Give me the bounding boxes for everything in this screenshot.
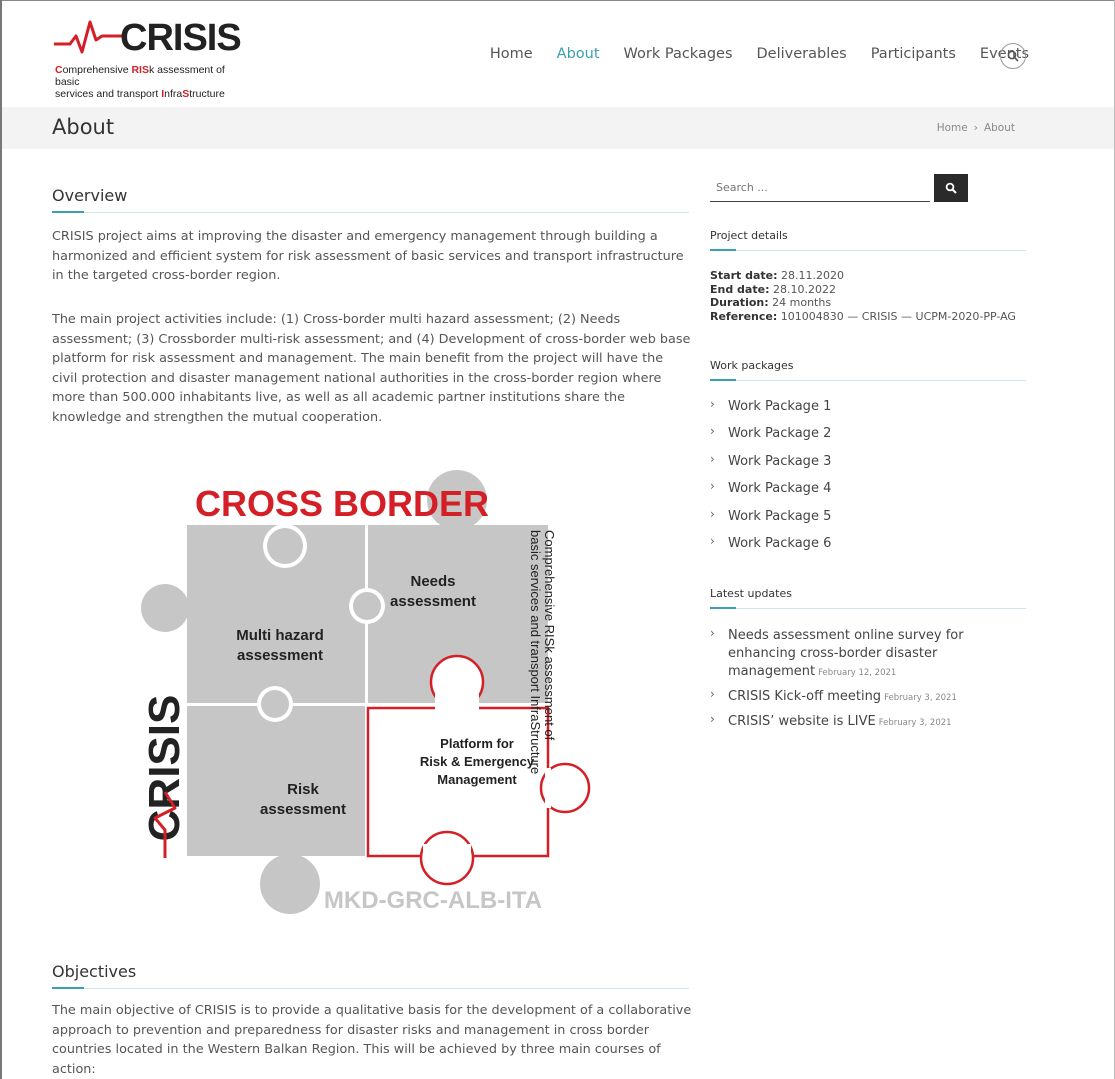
project-details-heading: Project details (710, 229, 788, 242)
puzzle-label-platform-1: Platform for (440, 736, 514, 751)
work-package-link[interactable]: Work Package 2 (710, 422, 831, 452)
overview-paragraph-1: CRISIS project aims at improving the dis… (52, 229, 684, 283)
sidebar-search-input[interactable] (710, 174, 930, 202)
sidebar-search-button[interactable] (934, 174, 968, 202)
puzzle-label-needs-2: assessment (390, 593, 476, 610)
work-packages-divider (710, 379, 1026, 381)
nav-home[interactable]: Home (490, 46, 533, 62)
main-nav: Home About Work Packages Deliverables Pa… (490, 46, 1029, 62)
puzzle-label-platform-3: Management (437, 772, 517, 787)
update-item: CRISIS’ website is LIVEFebruary 3, 2021 (710, 710, 988, 732)
puzzle-label-risk-2: assessment (260, 801, 346, 818)
start-date-row: Start date: 28.11.2020 (710, 269, 845, 282)
search-icon (1007, 50, 1019, 62)
latest-updates-divider (710, 607, 1026, 609)
overview-divider (52, 211, 689, 213)
latest-updates-heading: Latest updates (710, 587, 792, 600)
nav-about[interactable]: About (557, 46, 600, 62)
page-title: About (52, 115, 115, 139)
work-package-link[interactable]: Work Package 1 (710, 395, 831, 425)
end-date-row: End date: 28.10.2022 (710, 282, 836, 296)
work-packages-list: Work Package 1 Work Package 2 Work Packa… (710, 395, 831, 562)
puzzle-tagline-1: Comprehensive RISk assessment of (542, 530, 557, 741)
window-border-top (0, 0, 1115, 1)
work-packages-heading: Work packages (710, 359, 794, 372)
puzzle-tagline-2: basic services and transport InfraStruct… (528, 530, 543, 774)
heartbeat-icon (54, 20, 124, 54)
site-logo[interactable]: CRISIS Comprehensive RISk assessment of … (54, 17, 242, 100)
search-icon (945, 182, 957, 194)
crisis-puzzle-graphic: CROSS BORDER Multi hazard assessment Nee… (140, 470, 591, 914)
window-border-left (0, 0, 2, 1079)
puzzle-label-multi-hazard-2: assessment (237, 647, 323, 664)
update-date: February 12, 2021 (818, 668, 897, 678)
objectives-paragraph-1: The main objective of CRISIS is to provi… (52, 1003, 692, 1077)
work-package-link[interactable]: Work Package 6 (710, 532, 831, 562)
puzzle-knob-bottom (260, 854, 320, 914)
work-package-link[interactable]: Work Package 5 (710, 505, 831, 535)
update-link[interactable]: CRISIS’ website is LIVE (728, 714, 876, 729)
header-search-button[interactable] (1000, 43, 1026, 69)
puzzle-knob-left (141, 584, 189, 632)
puzzle-piece-risk (187, 706, 365, 856)
reference-row: Reference: 101004830 — CRISIS — UCPM-202… (710, 309, 1016, 323)
work-package-link[interactable]: Work Package 4 (710, 477, 831, 507)
puzzle-label-needs-1: Needs (410, 573, 455, 590)
update-date: February 3, 2021 (884, 693, 957, 703)
puzzle-label-multi-hazard-1: Multi hazard (236, 627, 324, 644)
puzzle-cross-border: CROSS BORDER (195, 483, 489, 524)
puzzle-label-risk-1: Risk (287, 781, 319, 798)
update-item: Needs assessment online survey for enhan… (710, 624, 988, 682)
breadcrumb: Home › About (937, 122, 1015, 134)
duration-row: Duration: 24 months (710, 296, 832, 309)
overview-heading: Overview (52, 186, 128, 205)
breadcrumb-home[interactable]: Home (937, 122, 968, 134)
project-details: Start date: 28.11.2020 End date: 28.10.2… (710, 269, 1016, 323)
work-package-link[interactable]: Work Package 3 (710, 450, 831, 480)
overview-paragraph-2: The main project activities include: (1)… (52, 312, 691, 425)
objectives-divider (52, 987, 689, 989)
nav-deliverables[interactable]: Deliverables (757, 46, 847, 62)
puzzle-countries: MKD-GRC-ALB-ITA (324, 887, 542, 914)
update-link[interactable]: CRISIS Kick-off meeting (728, 689, 881, 704)
logo-wordmark: CRISIS (120, 17, 242, 59)
breadcrumb-current: About (983, 122, 1015, 134)
update-date: February 3, 2021 (878, 718, 952, 728)
logo-tagline: Comprehensive RISk assessment of basic s… (55, 64, 225, 100)
puzzle-crisis-vertical: CRISIS (140, 695, 189, 842)
update-item: CRISIS Kick-off meetingFebruary 3, 2021 (710, 685, 988, 707)
breadcrumb-separator: › (973, 122, 978, 134)
nav-participants[interactable]: Participants (871, 46, 956, 62)
latest-updates-list: Needs assessment online survey for enhan… (710, 624, 988, 738)
project-details-divider (710, 249, 1026, 251)
puzzle-label-platform-2: Risk & Emergency (420, 754, 535, 769)
objectives-heading: Objectives (52, 962, 137, 981)
nav-work-packages[interactable]: Work Packages (624, 46, 733, 62)
